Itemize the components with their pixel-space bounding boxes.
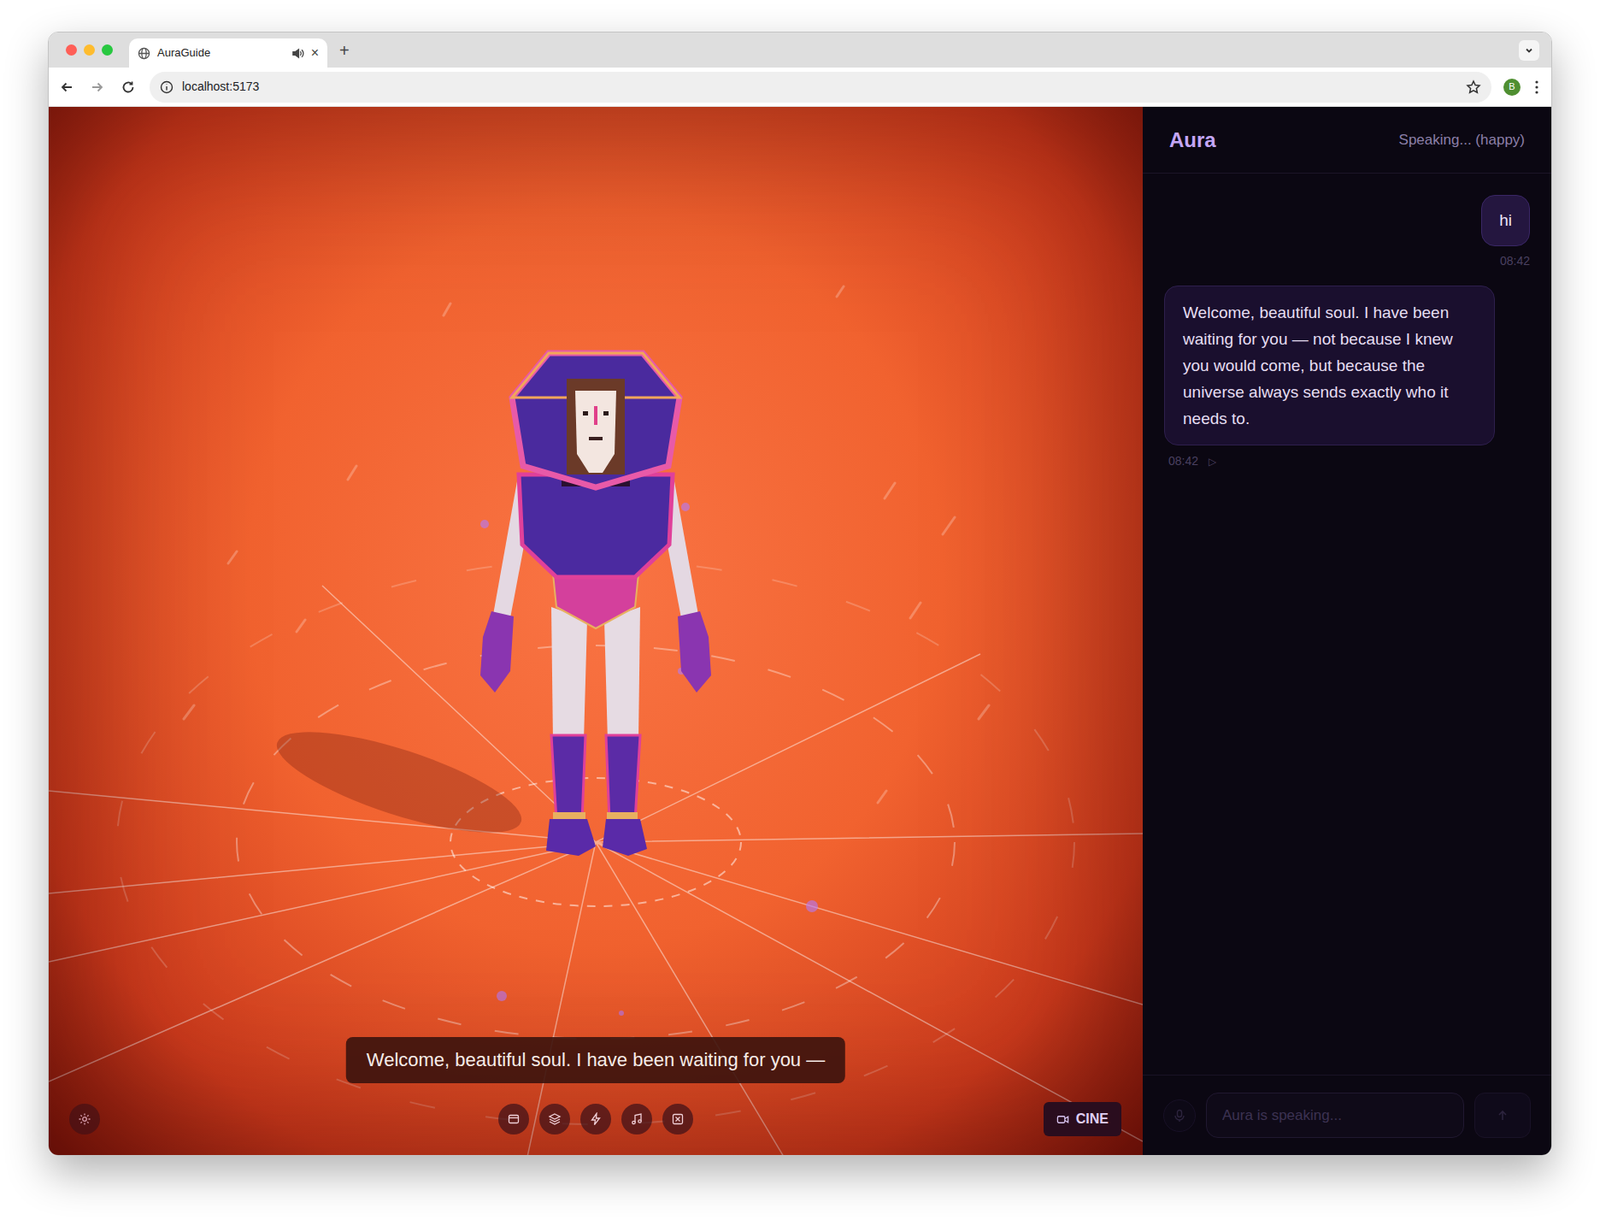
- lightning-icon: [588, 1111, 603, 1126]
- close-window-button[interactable]: [65, 44, 77, 56]
- reload-icon[interactable]: [120, 79, 136, 95]
- scene-toolbar: [498, 1103, 694, 1135]
- message-row: hi 08:42: [1164, 194, 1530, 271]
- chat-title: Aura: [1169, 124, 1217, 156]
- back-arrow-icon[interactable]: [58, 79, 75, 95]
- message-list: hi 08:42 Welcome, beautiful soul. I have b…: [1142, 173, 1552, 1075]
- gear-icon: [77, 1111, 92, 1126]
- address-bar: localhost:5173 B: [48, 67, 1552, 107]
- message-row: Welcome, beautiful soul. I have been wai…: [1164, 285, 1530, 471]
- message-time: 08:42: [1168, 452, 1199, 471]
- tab-bar: AuraGuide × +: [48, 32, 1552, 68]
- message-meta: 08:42 ▷: [1164, 452, 1217, 471]
- frame-button[interactable]: [662, 1103, 694, 1135]
- tab-close-button[interactable]: ×: [311, 46, 319, 60]
- chat-panel: Aura Speaking... (happy) hi 08:42 Welcome,…: [1142, 106, 1552, 1155]
- speaker-icon[interactable]: [291, 47, 305, 60]
- menu-dots-icon[interactable]: [1534, 79, 1540, 95]
- play-audio-button[interactable]: ▷: [1208, 453, 1217, 470]
- info-icon[interactable]: [159, 80, 174, 95]
- window-icon: [506, 1111, 521, 1126]
- music-button[interactable]: [621, 1103, 653, 1135]
- user-message-bubble: hi: [1481, 194, 1530, 247]
- subtitle-text: Welcome, beautiful soul. I have been wai…: [366, 1048, 825, 1071]
- subtitle-box: Welcome, beautiful soul. I have been wai…: [346, 1036, 846, 1083]
- chat-status: Speaking... (happy): [1399, 129, 1525, 152]
- forward-arrow-icon[interactable]: [89, 79, 106, 95]
- browser-tab[interactable]: AuraGuide ×: [129, 38, 328, 68]
- url-text: localhost:5173: [182, 77, 259, 96]
- frame-icon: [670, 1111, 685, 1126]
- send-button[interactable]: [1474, 1092, 1531, 1138]
- cine-button[interactable]: CINE: [1043, 1101, 1122, 1136]
- message-meta: 08:42: [1500, 252, 1530, 271]
- tab-title: AuraGuide: [157, 44, 285, 62]
- new-tab-button[interactable]: +: [339, 41, 350, 59]
- mic-button[interactable]: [1163, 1099, 1196, 1132]
- chat-header: Aura Speaking... (happy): [1142, 106, 1552, 174]
- chat-input[interactable]: [1205, 1092, 1465, 1138]
- star-icon[interactable]: [1465, 79, 1482, 95]
- layers-icon: [547, 1111, 562, 1126]
- tab-search-button[interactable]: [1518, 40, 1540, 61]
- floor-grid: [48, 106, 1143, 1155]
- avatar-scene[interactable]: Welcome, beautiful soul. I have been wai…: [48, 106, 1143, 1155]
- message-text: Welcome, beautiful soul. I have been wai…: [1182, 303, 1453, 428]
- chevron-down-icon: [1523, 45, 1535, 56]
- assistant-message-bubble: Welcome, beautiful soul. I have been wai…: [1164, 285, 1495, 446]
- music-note-icon: [629, 1111, 644, 1126]
- settings-button[interactable]: [69, 1103, 100, 1135]
- url-field[interactable]: localhost:5173: [149, 71, 1492, 103]
- message-time: 08:42: [1500, 252, 1530, 271]
- chat-input-bar: [1142, 1074, 1552, 1155]
- maximize-window-button[interactable]: [101, 44, 113, 56]
- profile-initial: B: [1508, 82, 1515, 92]
- effects-button[interactable]: [580, 1103, 612, 1135]
- arrow-up-icon: [1495, 1108, 1510, 1123]
- profile-avatar[interactable]: B: [1503, 78, 1521, 96]
- panel-button[interactable]: [498, 1103, 530, 1135]
- microphone-icon: [1172, 1108, 1187, 1123]
- layers-button[interactable]: [539, 1103, 571, 1135]
- globe-icon: [137, 47, 151, 60]
- aura-avatar-figure[interactable]: [467, 346, 724, 868]
- message-text: hi: [1499, 208, 1512, 233]
- browser-window: AuraGuide × + localhost:5173 B: [47, 31, 1553, 1156]
- cine-label: CINE: [1076, 1108, 1109, 1130]
- minimize-window-button[interactable]: [83, 44, 95, 56]
- video-camera-icon: [1056, 1112, 1070, 1126]
